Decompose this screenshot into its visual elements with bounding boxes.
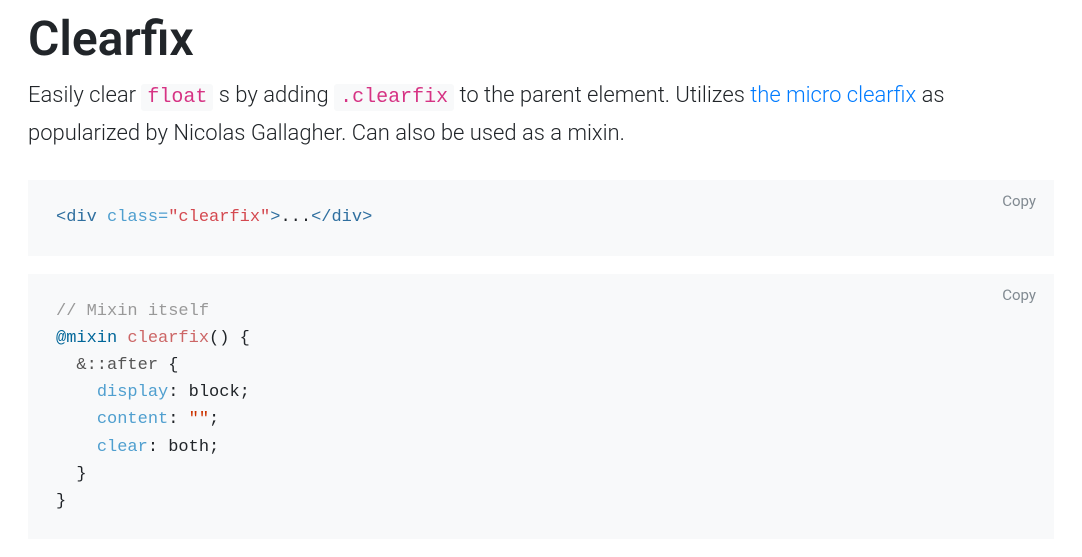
lead-paragraph: Easily clear float s by adding .clearfix… <box>28 77 1054 152</box>
code-token: content <box>97 410 168 429</box>
code-token: ; <box>240 383 250 402</box>
code-token: "clearfix" <box>168 208 270 227</box>
copy-button[interactable]: Copy <box>1002 286 1036 304</box>
code-token: : <box>168 383 188 402</box>
code-token: : <box>168 410 188 429</box>
code-token: ... <box>280 208 311 227</box>
code-token: display <box>97 383 168 402</box>
code-token: "" <box>189 410 209 429</box>
code-token: { <box>168 356 178 375</box>
code-token: block <box>189 383 240 402</box>
code-example-html: Copy <div class="clearfix">...</div> <box>28 180 1054 255</box>
code-token <box>56 438 97 457</box>
micro-clearfix-link[interactable]: the micro clearfix <box>750 83 916 108</box>
code-token: ; <box>209 438 219 457</box>
inline-code-float: float <box>141 84 213 111</box>
lead-text: to the parent element. Utilizes <box>454 83 750 108</box>
code-token: ; <box>209 410 219 429</box>
lead-text: s by adding <box>213 83 334 108</box>
code-token: & <box>76 356 86 375</box>
code-token: () { <box>209 329 250 348</box>
code-token: </div> <box>311 208 372 227</box>
code-token: class= <box>97 208 168 227</box>
code-token: ::after <box>87 356 169 375</box>
code-token: clearfix <box>117 329 209 348</box>
code-token: @mixin <box>56 329 117 348</box>
code-token: // Mixin itself <box>56 302 209 321</box>
code-token <box>56 383 97 402</box>
page-title: Clearfix <box>28 10 1054 67</box>
inline-code-clearfix: .clearfix <box>334 84 454 111</box>
code-token: : <box>148 438 168 457</box>
lead-text: Easily clear <box>28 83 141 108</box>
code-example-scss: Copy // Mixin itself @mixin clearfix() {… <box>28 274 1054 540</box>
code-token: > <box>270 208 280 227</box>
copy-button[interactable]: Copy <box>1002 192 1036 210</box>
code-token: both <box>168 438 209 457</box>
code-token: } <box>56 465 87 484</box>
code-token <box>56 410 97 429</box>
code-token: clear <box>97 438 148 457</box>
code-token <box>56 356 76 375</box>
code-token: } <box>56 492 66 511</box>
code-content: // Mixin itself @mixin clearfix() { &::a… <box>56 298 1026 516</box>
code-content: <div class="clearfix">...</div> <box>56 204 1026 231</box>
code-token: <div <box>56 208 97 227</box>
